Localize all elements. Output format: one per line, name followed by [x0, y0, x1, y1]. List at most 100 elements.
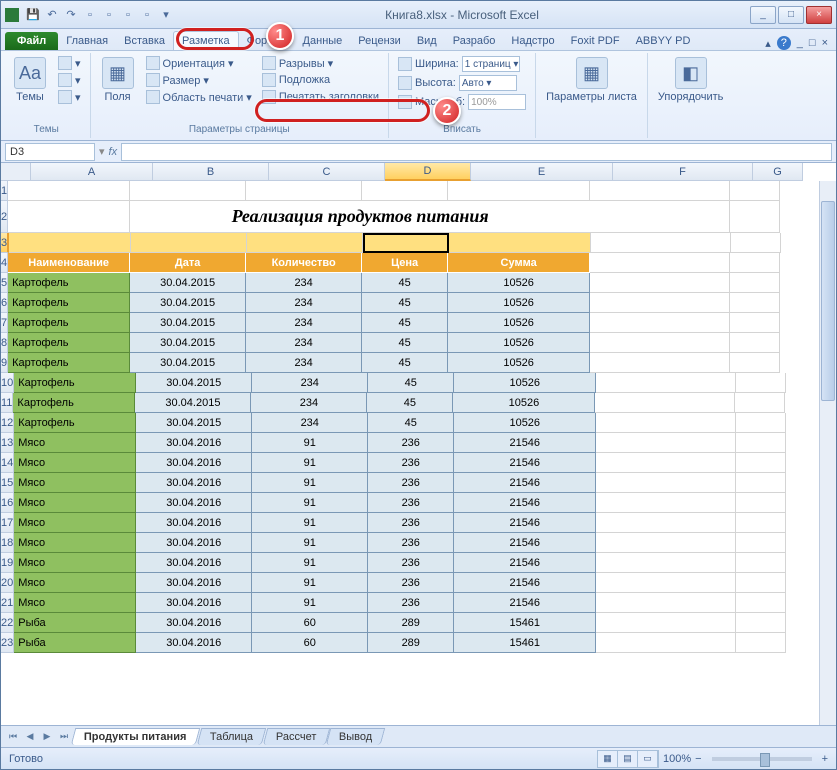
cell-qty[interactable]: 60: [252, 613, 368, 633]
cell-price[interactable]: 236: [368, 593, 454, 613]
cell-date[interactable]: 30.04.2016: [136, 473, 252, 493]
tab-review[interactable]: Рецензи: [350, 32, 409, 50]
row-header[interactable]: 23: [1, 633, 14, 653]
cell-qty[interactable]: 234: [251, 393, 367, 413]
row-header[interactable]: 20: [1, 573, 14, 593]
row-header[interactable]: 4: [1, 253, 8, 273]
cell-name[interactable]: Мясо: [14, 593, 136, 613]
col-header-d[interactable]: D: [385, 163, 471, 181]
row-header[interactable]: 5: [1, 273, 8, 293]
table-header[interactable]: Наименование: [8, 253, 130, 273]
zoom-in-button[interactable]: +: [822, 753, 828, 765]
margins-button[interactable]: ▦ Поля: [97, 55, 139, 105]
table-header[interactable]: Количество: [246, 253, 362, 273]
cell-sum[interactable]: 21546: [454, 553, 596, 573]
row-header[interactable]: 7: [1, 313, 8, 333]
row-header[interactable]: 21: [1, 593, 14, 613]
cell-sum[interactable]: 21546: [454, 513, 596, 533]
tab-view[interactable]: Вид: [409, 32, 445, 50]
cell-name[interactable]: Мясо: [14, 493, 136, 513]
cell-qty[interactable]: 91: [252, 593, 368, 613]
cell-price[interactable]: 45: [362, 333, 448, 353]
background-button[interactable]: Подложка: [259, 72, 382, 88]
cell-qty[interactable]: 60: [252, 633, 368, 653]
theme-effects-button[interactable]: ▾: [55, 89, 84, 105]
cell-qty[interactable]: 91: [252, 573, 368, 593]
tab-dev[interactable]: Разрабо: [445, 32, 504, 50]
selected-cell[interactable]: [363, 233, 449, 253]
cell-name[interactable]: Картофель: [8, 313, 130, 333]
cell-qty[interactable]: 91: [252, 433, 368, 453]
cell-name[interactable]: Рыба: [14, 633, 136, 653]
redo-icon[interactable]: ↷: [63, 7, 79, 23]
width-input[interactable]: 1 страниц ▾: [462, 56, 520, 72]
col-header-g[interactable]: G: [753, 163, 803, 181]
cell-date[interactable]: 30.04.2015: [130, 313, 246, 333]
cell-qty[interactable]: 91: [252, 513, 368, 533]
row-header[interactable]: 8: [1, 333, 8, 353]
row-header[interactable]: 6: [1, 293, 8, 313]
tab-abbyy[interactable]: ABBYY PD: [628, 32, 699, 50]
cell-sum[interactable]: 10526: [453, 393, 595, 413]
cell-price[interactable]: 236: [368, 533, 454, 553]
tab-data[interactable]: Данные: [295, 32, 351, 50]
cell-name[interactable]: Мясо: [14, 513, 136, 533]
breaks-button[interactable]: Разрывы ▾: [259, 55, 382, 71]
cell-date[interactable]: 30.04.2015: [130, 293, 246, 313]
cell-date[interactable]: 30.04.2015: [130, 353, 246, 373]
undo-icon[interactable]: ↶: [44, 7, 60, 23]
cell-qty[interactable]: 234: [246, 273, 362, 293]
tab-addins[interactable]: Надстро: [503, 32, 562, 50]
cell-sum[interactable]: 21546: [454, 453, 596, 473]
row-header[interactable]: 15: [1, 473, 14, 493]
cell-price[interactable]: 236: [368, 473, 454, 493]
row-header[interactable]: 1: [1, 181, 8, 201]
themes-button[interactable]: Aa Темы: [9, 55, 51, 105]
cell-price[interactable]: 236: [368, 433, 454, 453]
qat-icon[interactable]: ▫: [82, 7, 98, 23]
cell-sum[interactable]: 21546: [454, 433, 596, 453]
ribbon-minimize-icon[interactable]: ▴: [765, 37, 771, 50]
qat-icon[interactable]: ▫: [101, 7, 117, 23]
row-header[interactable]: 19: [1, 553, 14, 573]
cell-name[interactable]: Картофель: [13, 393, 135, 413]
cell-date[interactable]: 30.04.2016: [136, 533, 252, 553]
cell-name[interactable]: Мясо: [14, 573, 136, 593]
row-header[interactable]: 3: [1, 233, 9, 253]
cell-date[interactable]: 30.04.2016: [136, 593, 252, 613]
theme-fonts-button[interactable]: ▾: [55, 72, 84, 88]
height-input[interactable]: Авто ▾: [459, 75, 517, 91]
cell-price[interactable]: 289: [368, 613, 454, 633]
row-header[interactable]: 2: [1, 201, 8, 233]
cell-sum[interactable]: 21546: [454, 473, 596, 493]
cell-name[interactable]: Картофель: [14, 373, 136, 393]
cell-sum[interactable]: 10526: [454, 413, 596, 433]
cell-qty[interactable]: 234: [252, 373, 368, 393]
sheet-tab[interactable]: Рассчет: [262, 728, 329, 745]
table-header[interactable]: Сумма: [448, 253, 590, 273]
col-header-a[interactable]: A: [31, 163, 153, 181]
cell-qty[interactable]: 91: [252, 493, 368, 513]
scrollbar-thumb[interactable]: [821, 201, 835, 401]
row-header[interactable]: 13: [1, 433, 14, 453]
sheet-options-button[interactable]: ▦ Параметры листа: [542, 55, 641, 105]
cell-date[interactable]: 30.04.2015: [130, 333, 246, 353]
cell-date[interactable]: 30.04.2016: [136, 453, 252, 473]
col-header-e[interactable]: E: [471, 163, 613, 181]
sheet-tab-active[interactable]: Продукты питания: [71, 728, 200, 745]
cell-sum[interactable]: 10526: [448, 293, 590, 313]
cell-name[interactable]: Картофель: [8, 333, 130, 353]
cell-price[interactable]: 45: [368, 373, 454, 393]
cell-qty[interactable]: 91: [252, 473, 368, 493]
view-break-button[interactable]: ▭: [638, 751, 658, 767]
doc-minimize-button[interactable]: _: [797, 37, 803, 49]
row-header[interactable]: 10: [1, 373, 14, 393]
title-cell[interactable]: Реализация продуктов питания: [130, 201, 590, 233]
sheet-nav-prev[interactable]: ◀: [22, 729, 38, 745]
cell-sum[interactable]: 10526: [448, 273, 590, 293]
cell-price[interactable]: 45: [368, 413, 454, 433]
cell-date[interactable]: 30.04.2015: [130, 273, 246, 293]
cell-sum[interactable]: 21546: [454, 573, 596, 593]
col-header-c[interactable]: C: [269, 163, 385, 181]
formula-bar[interactable]: [121, 143, 832, 161]
